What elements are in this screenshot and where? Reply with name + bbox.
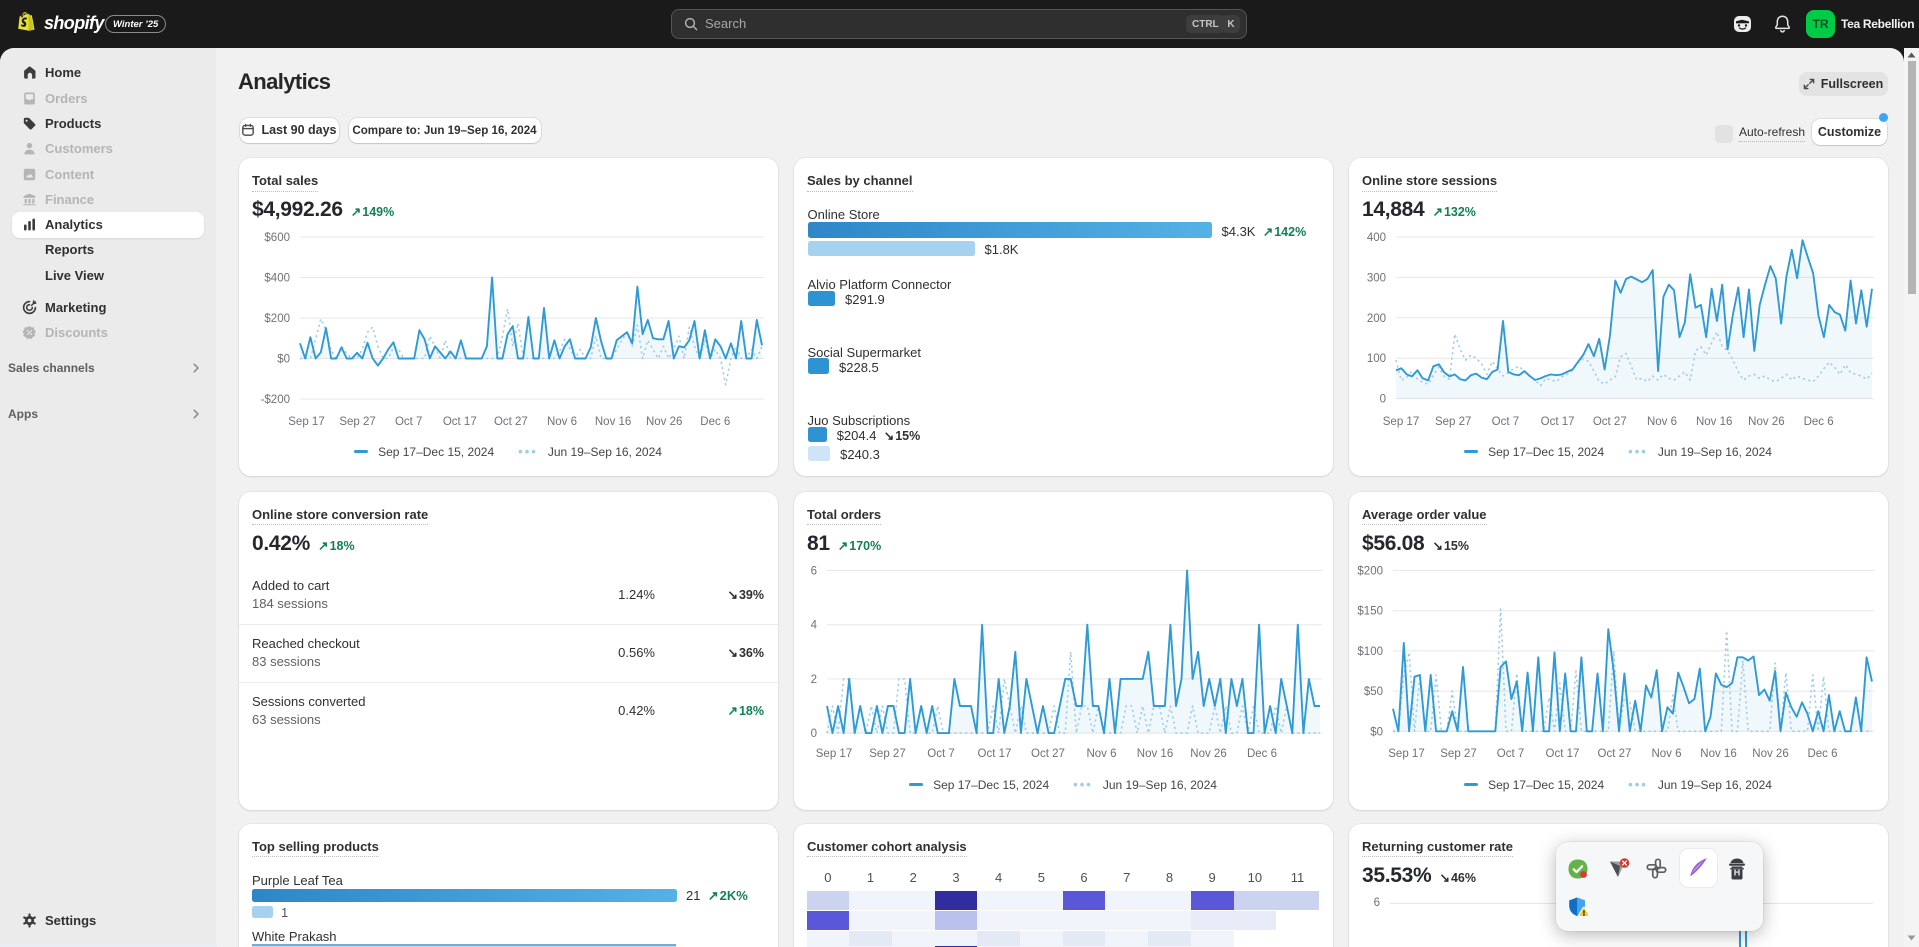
svg-text:$0: $0 — [1370, 726, 1383, 738]
svg-text:Oct 7: Oct 7 — [927, 748, 954, 760]
svg-text:Nov 16: Nov 16 — [1696, 416, 1732, 428]
svg-text:Nov 16: Nov 16 — [1700, 748, 1736, 760]
svg-text:Oct 17: Oct 17 — [1546, 748, 1580, 760]
svg-text:Oct 7: Oct 7 — [1497, 748, 1524, 760]
svg-text:$50: $50 — [1364, 686, 1383, 698]
svg-text:Dec 6: Dec 6 — [1247, 748, 1277, 760]
svg-text:Oct 7: Oct 7 — [1492, 416, 1519, 428]
svg-text:-$200: -$200 — [261, 394, 290, 406]
svg-text:Oct 27: Oct 27 — [1593, 416, 1627, 428]
svg-text:Oct 27: Oct 27 — [1031, 748, 1065, 760]
svg-text:Oct 17: Oct 17 — [443, 416, 477, 428]
svg-text:300: 300 — [1367, 272, 1386, 284]
svg-text:2: 2 — [811, 674, 817, 686]
svg-text:0: 0 — [811, 728, 817, 740]
svg-text:Sep 27: Sep 27 — [1435, 416, 1471, 428]
svg-text:Sep 27: Sep 27 — [869, 748, 905, 760]
svg-text:$0: $0 — [277, 354, 290, 366]
svg-text:Nov 6: Nov 6 — [1086, 748, 1116, 760]
svg-text:Sep 27: Sep 27 — [339, 416, 375, 428]
svg-text:Nov 16: Nov 16 — [595, 416, 631, 428]
svg-text:Sep 17: Sep 17 — [1388, 748, 1424, 760]
svg-text:Oct 27: Oct 27 — [1598, 748, 1632, 760]
svg-text:$150: $150 — [1357, 606, 1383, 618]
svg-text:6: 6 — [811, 566, 817, 578]
svg-text:Sep 17: Sep 17 — [816, 748, 852, 760]
svg-text:Sep 17: Sep 17 — [1383, 416, 1419, 428]
svg-text:Oct 17: Oct 17 — [978, 748, 1012, 760]
svg-text:Nov 26: Nov 26 — [1190, 748, 1226, 760]
svg-text:$600: $600 — [264, 232, 290, 244]
svg-text:Sep 17: Sep 17 — [288, 416, 324, 428]
svg-text:Nov 6: Nov 6 — [1647, 416, 1677, 428]
svg-text:Oct 7: Oct 7 — [395, 416, 422, 428]
svg-text:$200: $200 — [1357, 566, 1383, 578]
svg-text:Nov 26: Nov 26 — [1752, 748, 1788, 760]
svg-text:Dec 6: Dec 6 — [700, 416, 730, 428]
svg-text:0: 0 — [1380, 394, 1386, 406]
svg-text:Oct 27: Oct 27 — [494, 416, 528, 428]
svg-text:200: 200 — [1367, 313, 1386, 325]
svg-text:400: 400 — [1367, 232, 1386, 244]
svg-text:Nov 26: Nov 26 — [646, 416, 682, 428]
svg-text:Sep 27: Sep 27 — [1440, 748, 1476, 760]
svg-text:4: 4 — [811, 620, 818, 632]
svg-text:Nov 6: Nov 6 — [547, 416, 577, 428]
svg-text:$400: $400 — [264, 273, 290, 285]
svg-text:$200: $200 — [264, 313, 290, 325]
svg-text:Nov 16: Nov 16 — [1137, 748, 1173, 760]
svg-text:$100: $100 — [1357, 646, 1383, 658]
svg-text:Oct 17: Oct 17 — [1541, 416, 1575, 428]
svg-text:Dec 6: Dec 6 — [1807, 748, 1837, 760]
svg-text:Nov 6: Nov 6 — [1651, 748, 1681, 760]
svg-text:Nov 26: Nov 26 — [1748, 416, 1784, 428]
svg-text:Dec 6: Dec 6 — [1804, 416, 1834, 428]
svg-text:100: 100 — [1367, 353, 1386, 365]
